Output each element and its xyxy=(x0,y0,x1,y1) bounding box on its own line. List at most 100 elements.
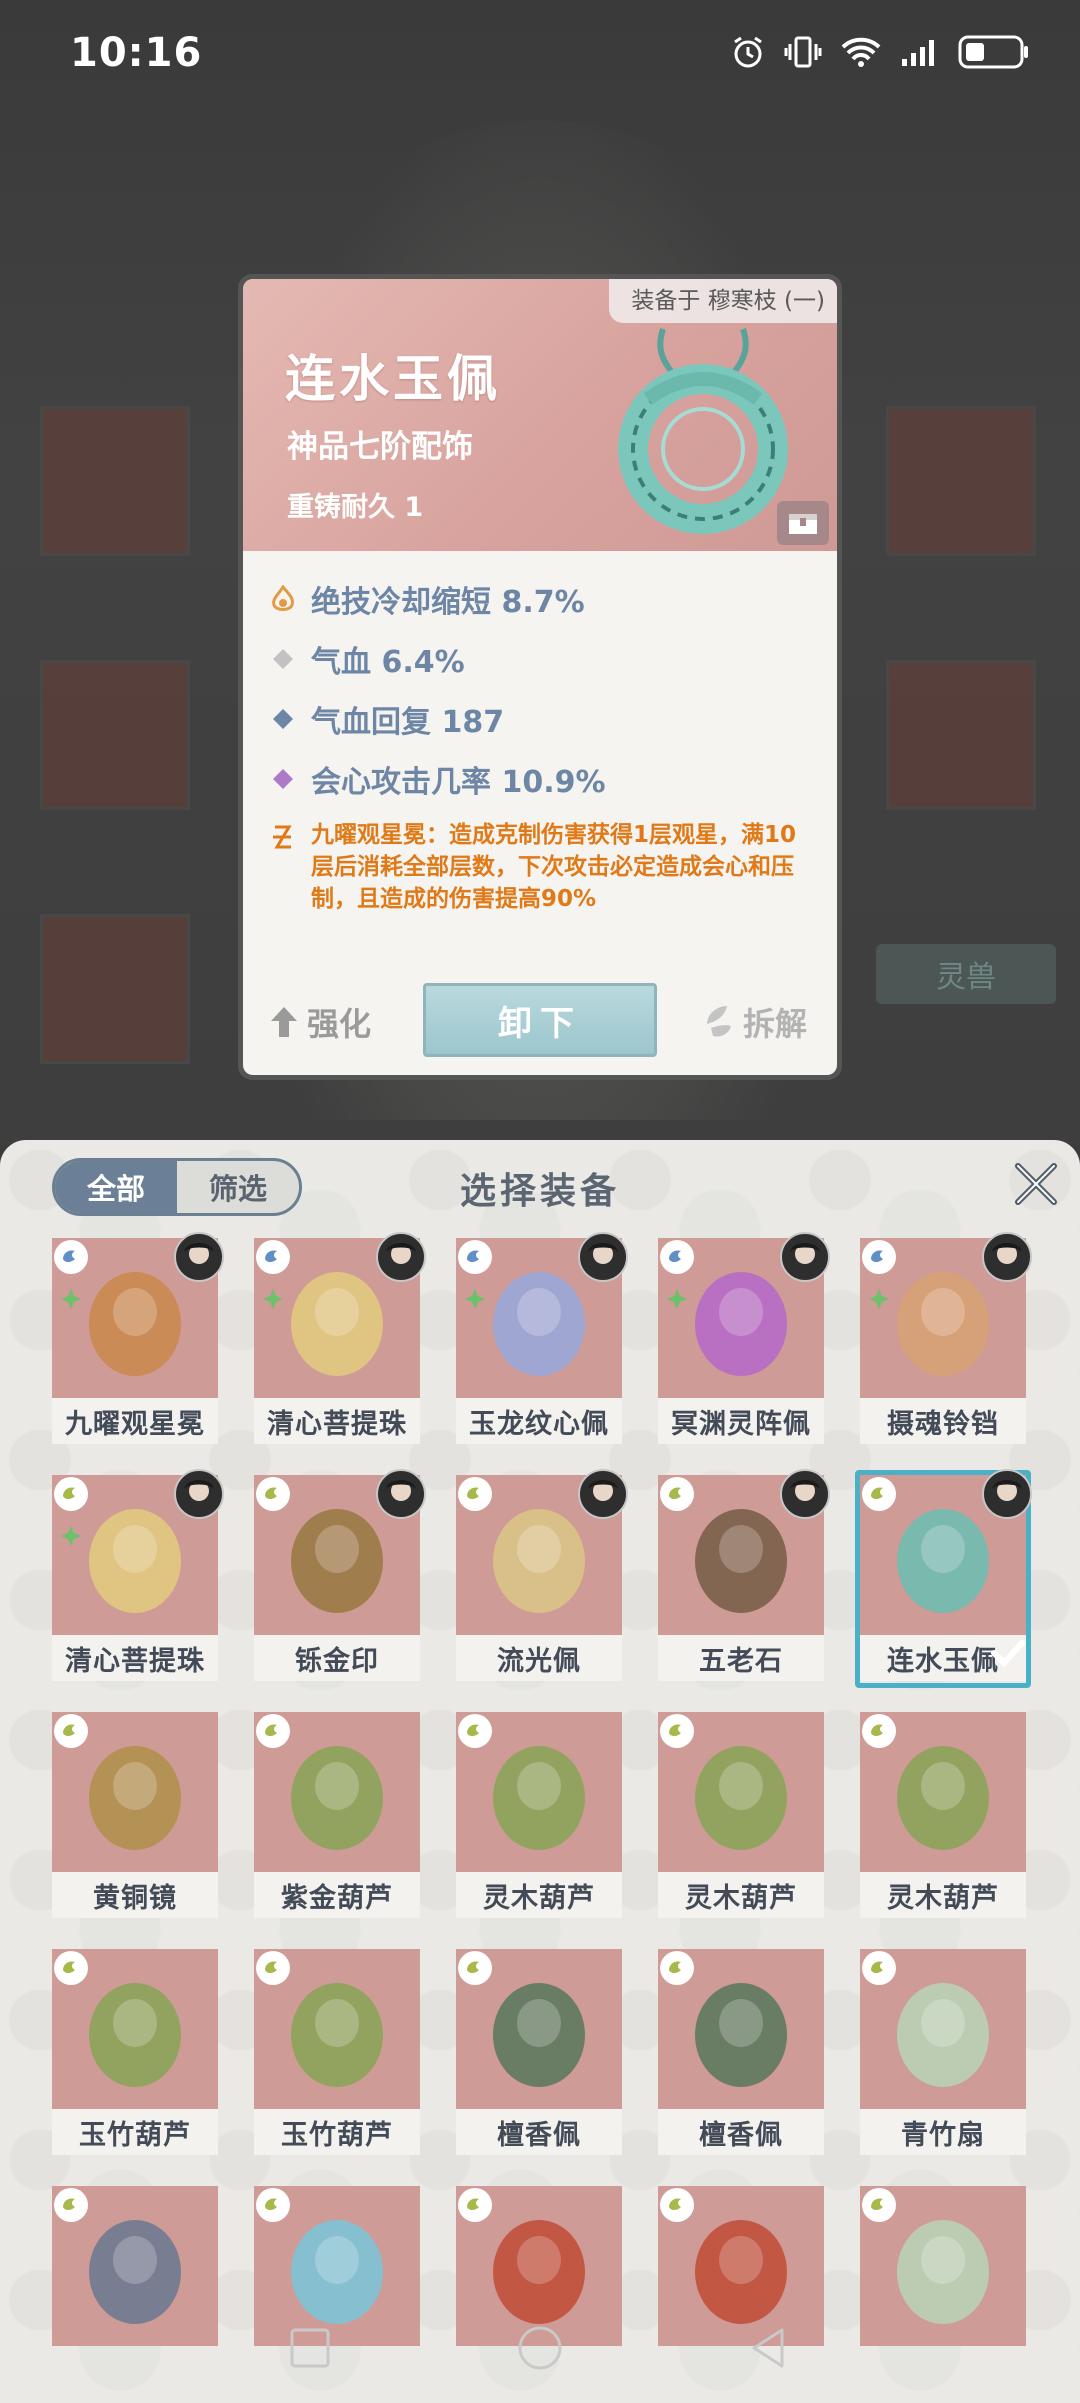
element-icon xyxy=(862,1240,896,1274)
equipment-hero: 连水玉佩 神品七阶配饰 重铸耐久 1 装备于 穆寒枝 (一) xyxy=(243,279,837,551)
element-icon xyxy=(256,2188,290,2222)
equipment-detail-card: 连水玉佩 神品七阶配饰 重铸耐久 1 装备于 穆寒枝 (一) 绝技冷却缩短 8.… xyxy=(238,274,842,1080)
status-bar: 10:16 xyxy=(0,0,1080,110)
element-icon xyxy=(54,1240,88,1274)
equipment-item-name: 青竹扇 xyxy=(860,2109,1026,2155)
equipment-item[interactable]: 玉竹葫芦 xyxy=(254,1949,420,2157)
arrow-up-icon xyxy=(271,1007,297,1037)
equipment-item[interactable]: 玉龙纹心佩 xyxy=(456,1232,628,1446)
item-name: 连水玉佩 xyxy=(285,349,501,408)
green-gem-icon xyxy=(60,1288,82,1310)
element-icon xyxy=(660,1477,694,1511)
equipment-item-name: 清心菩提珠 xyxy=(52,1635,218,1681)
stat-list: 绝技冷却缩短 8.7% 气血 6.4% 气血回复 187 会心攻击几率 10.9… xyxy=(243,569,837,915)
character-avatar xyxy=(376,1469,426,1519)
character-avatar xyxy=(982,1469,1032,1519)
gray-diamond-icon xyxy=(269,645,297,673)
equipment-item-name: 紫金葫芦 xyxy=(254,1872,420,1918)
stat-text: 气血回复 187 xyxy=(311,705,505,740)
special-effect: 九曜观星冕：造成克制伤害获得1层观星，满10层后消耗全部层数，下次攻击必定造成会… xyxy=(243,809,837,915)
home-icon[interactable] xyxy=(514,2324,566,2376)
element-icon xyxy=(256,1951,290,1985)
equipment-item[interactable]: 清心菩提珠 xyxy=(254,1232,426,1446)
back-icon[interactable] xyxy=(744,2324,792,2372)
equipment-item[interactable]: 紫金葫芦 xyxy=(254,1712,420,1920)
item-durability: 重铸耐久 1 xyxy=(287,492,424,523)
element-icon xyxy=(458,2188,492,2222)
equipment-item[interactable]: 流光佩 xyxy=(456,1469,628,1683)
element-icon xyxy=(256,1240,290,1274)
equipment-item[interactable]: 檀香佩 xyxy=(658,1949,824,2157)
spirit-beast-tag-label: 灵兽 xyxy=(936,960,996,995)
equipment-select-panel: 全部 筛选 选择装备 九曜观星冕 清心菩提珠 玉龙纹心佩 冥渊灵阵佩 摄魂铃铛 清心菩提珠… xyxy=(0,1140,1080,2403)
equipment-item-name: 五老石 xyxy=(658,1635,824,1681)
equipment-item-name: 流光佩 xyxy=(456,1635,622,1681)
card-actions: 强化 卸下 拆解 xyxy=(243,975,837,1075)
equipment-item[interactable]: 灵木葫芦 xyxy=(860,1712,1026,1920)
equipment-item[interactable]: 黄铜镜 xyxy=(52,1712,218,1920)
element-icon xyxy=(256,1714,290,1748)
unequip-button[interactable]: 卸下 xyxy=(423,983,657,1057)
background-equip-slot xyxy=(886,660,1036,810)
equipment-detail-inner: 连水玉佩 神品七阶配饰 重铸耐久 1 装备于 穆寒枝 (一) 绝技冷却缩短 8.… xyxy=(243,279,837,1075)
stat-text: 气血 6.4% xyxy=(311,645,465,680)
character-avatar xyxy=(578,1469,628,1519)
special-effect-icon xyxy=(269,823,297,915)
character-avatar xyxy=(578,1232,628,1282)
equipment-item[interactable]: 清心菩提珠 xyxy=(52,1469,224,1683)
stat-text: 绝技冷却缩短 8.7% xyxy=(311,585,585,620)
element-icon xyxy=(54,1477,88,1511)
treasure-box-icon[interactable] xyxy=(777,501,829,545)
character-avatar xyxy=(780,1232,830,1282)
element-icon xyxy=(458,1240,492,1274)
character-avatar xyxy=(982,1232,1032,1282)
equipment-item[interactable]: 灵木葫芦 xyxy=(658,1712,824,1920)
equipment-item-name: 灵木葫芦 xyxy=(658,1872,824,1918)
equipment-item[interactable]: 檀香佩 xyxy=(456,1949,622,2157)
decompose-label: 拆解 xyxy=(742,1005,807,1043)
system-nav-bar xyxy=(0,2310,1080,2403)
stat-row: 绝技冷却缩短 8.7% xyxy=(243,569,837,629)
enhance-button[interactable]: 强化 xyxy=(269,999,371,1045)
equipment-item-name: 玉龙纹心佩 xyxy=(456,1398,622,1444)
equipment-item[interactable]: 冥渊灵阵佩 xyxy=(658,1232,830,1446)
element-icon xyxy=(458,1951,492,1985)
equipment-item-name: 清心菩提珠 xyxy=(254,1398,420,1444)
spirit-beast-tag: 灵兽 xyxy=(876,944,1056,1004)
background-equip-slot xyxy=(886,406,1036,556)
element-icon xyxy=(660,1714,694,1748)
check-icon xyxy=(988,1633,1028,1673)
green-gem-icon xyxy=(666,1288,688,1310)
enhance-label: 强化 xyxy=(307,1005,372,1043)
equipment-item-name: 灵木葫芦 xyxy=(860,1872,1026,1918)
element-icon xyxy=(54,1951,88,1985)
background-equip-slot xyxy=(40,660,190,810)
blue-diamond-icon xyxy=(269,705,297,733)
equipment-item-name: 铄金印 xyxy=(254,1635,420,1681)
battery-icon xyxy=(958,35,1028,69)
equipment-item-name: 檀香佩 xyxy=(658,2109,824,2155)
stat-row: 会心攻击几率 10.9% xyxy=(243,749,837,809)
equipment-item[interactable]: 连水玉佩 xyxy=(855,1469,1032,1688)
element-icon xyxy=(256,1477,290,1511)
decompose-icon xyxy=(706,1006,731,1037)
green-gem-icon xyxy=(868,1288,890,1310)
green-gem-icon xyxy=(464,1288,486,1310)
close-icon[interactable] xyxy=(1012,1160,1060,1208)
recent-apps-icon[interactable] xyxy=(286,2324,334,2372)
element-icon xyxy=(660,1240,694,1274)
equipment-item[interactable]: 摄魂铃铛 xyxy=(860,1232,1032,1446)
decompose-button[interactable]: 拆解 xyxy=(703,999,807,1045)
equipment-item[interactable]: 青竹扇 xyxy=(860,1949,1026,2157)
character-avatar xyxy=(780,1469,830,1519)
equipment-item[interactable]: 玉竹葫芦 xyxy=(52,1949,218,2157)
equipment-item[interactable]: 灵木葫芦 xyxy=(456,1712,622,1920)
signal-icon xyxy=(902,40,934,66)
element-icon xyxy=(862,1951,896,1985)
wifi-icon xyxy=(841,37,881,67)
stat-text: 会心攻击几率 10.9% xyxy=(311,765,606,800)
equipment-item[interactable]: 五老石 xyxy=(658,1469,830,1683)
element-icon xyxy=(660,1951,694,1985)
equipment-item[interactable]: 铄金印 xyxy=(254,1469,426,1683)
equipment-item[interactable]: 九曜观星冕 xyxy=(52,1232,224,1446)
